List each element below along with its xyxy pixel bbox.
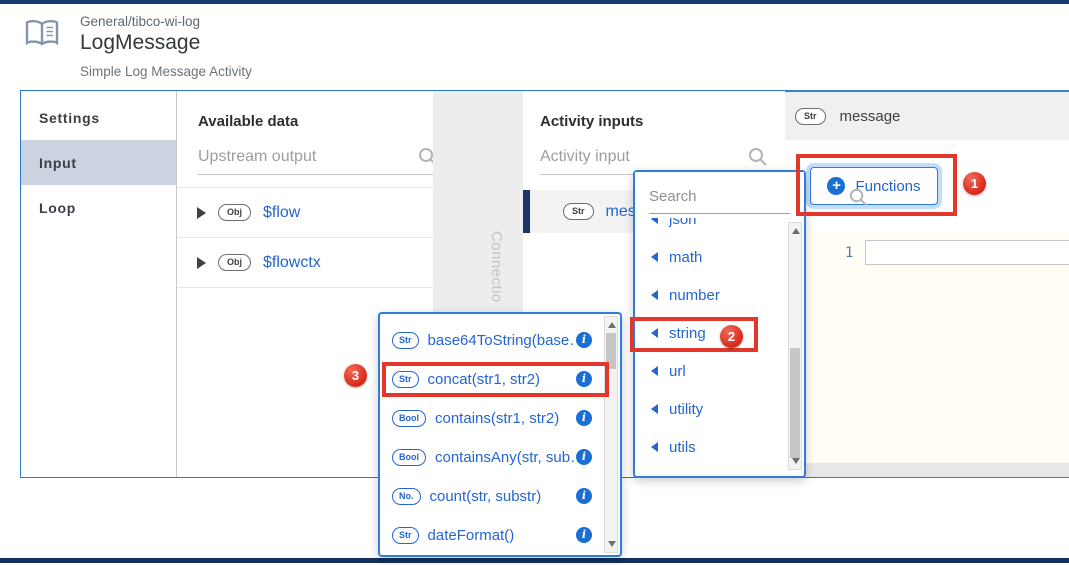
info-icon[interactable]: i — [576, 488, 592, 504]
collapse-icon — [651, 328, 658, 338]
info-icon[interactable]: i — [576, 527, 592, 543]
selected-item-bar — [523, 190, 530, 233]
upstream-search-input[interactable] — [198, 148, 417, 166]
tree-item-flowctx[interactable]: Obj $flowctx — [177, 237, 433, 287]
search-icon — [848, 187, 868, 207]
type-badge: Str — [795, 108, 826, 125]
type-badge: Obj — [218, 204, 251, 221]
search-icon — [747, 146, 768, 167]
dropdown-search[interactable] — [635, 172, 804, 218]
connections-divider-label: Connectio — [488, 231, 505, 303]
collapse-icon — [651, 442, 658, 452]
function-item-contains[interactable]: Bool contains(str1, str2) i — [380, 399, 620, 438]
collapse-icon — [651, 218, 658, 224]
upstream-search[interactable] — [198, 146, 438, 175]
line-number: 1 — [845, 245, 853, 261]
category-item-url[interactable]: url — [635, 352, 788, 390]
info-icon[interactable]: i — [576, 449, 592, 465]
expression-field-name: message — [840, 108, 901, 125]
info-icon[interactable]: i — [576, 410, 592, 426]
scroll-up-icon[interactable] — [608, 322, 616, 328]
return-type-badge: Bool — [392, 410, 426, 427]
expression-header: Str message — [785, 90, 1069, 140]
page-title: LogMessage — [80, 31, 200, 55]
window-bottom-border — [0, 558, 1069, 563]
tab-input-label: Input — [39, 155, 77, 171]
dropdown-scrollbar[interactable] — [788, 222, 802, 470]
scroll-down-icon[interactable] — [608, 541, 616, 547]
collapse-icon — [651, 366, 658, 376]
scrollbar-thumb[interactable] — [606, 333, 616, 369]
expression-editor[interactable]: 1 — [785, 232, 1069, 463]
tab-settings-label: Settings — [39, 110, 100, 126]
return-type-badge: Str — [392, 371, 419, 388]
function-item-count[interactable]: No. count(str, substr) i — [380, 477, 620, 516]
collapse-icon — [651, 290, 658, 300]
function-item-dateformat[interactable]: Str dateFormat() i — [380, 516, 620, 555]
function-item-concat[interactable]: Str concat(str1, str2) i — [380, 360, 620, 399]
expander-icon[interactable] — [197, 257, 206, 269]
tab-loop[interactable]: Loop — [21, 185, 176, 230]
activity-inputs-title: Activity inputs — [540, 113, 643, 130]
category-item-string[interactable]: string — [635, 314, 788, 352]
return-type-badge: Bool — [392, 449, 426, 466]
available-data-title: Available data — [198, 113, 298, 130]
return-type-badge: No. — [392, 488, 421, 505]
functions-list-popup: Str base64ToString(base… i Str concat(st… — [378, 312, 622, 557]
window-top-border — [0, 0, 1069, 4]
function-category-dropdown: json math number string url utility util… — [633, 170, 806, 478]
category-item-math[interactable]: math — [635, 238, 788, 276]
scrollbar-thumb[interactable] — [790, 348, 800, 458]
collapse-icon — [651, 404, 658, 414]
annotation-step-3: 3 — [344, 364, 367, 387]
category-item-number[interactable]: number — [635, 276, 788, 314]
expander-icon[interactable] — [197, 207, 206, 219]
category-list: json math number string url utility util… — [635, 218, 788, 474]
tab-settings[interactable]: Settings — [21, 95, 176, 140]
collapse-icon — [651, 252, 658, 262]
scroll-down-icon[interactable] — [792, 458, 800, 464]
popup-scrollbar[interactable] — [604, 316, 618, 553]
breadcrumb: General/tibco-wi-log — [80, 14, 200, 29]
page-subtitle: Simple Log Message Activity — [80, 64, 252, 79]
tab-input[interactable]: Input — [21, 140, 176, 185]
dropdown-search-input[interactable] — [649, 188, 848, 205]
tree-item-label[interactable]: $flowctx — [263, 254, 321, 272]
return-type-badge: Str — [392, 332, 419, 349]
available-data-tree: Obj $flow Obj $flowctx — [177, 187, 433, 288]
scroll-up-icon[interactable] — [792, 228, 800, 234]
activity-book-icon — [24, 18, 60, 48]
function-item-containsany[interactable]: Bool containsAny(str, sub… i — [380, 438, 620, 477]
tab-loop-label: Loop — [39, 200, 76, 216]
editor-horizontal-scrollbar[interactable] — [785, 463, 1069, 477]
info-icon[interactable]: i — [576, 332, 592, 348]
category-item-utility[interactable]: utility — [635, 390, 788, 428]
expression-input[interactable] — [865, 240, 1069, 265]
category-item-json[interactable]: json — [635, 218, 788, 238]
tree-item-label[interactable]: $flow — [263, 204, 300, 222]
activity-input-search-input[interactable] — [540, 148, 747, 166]
return-type-badge: Str — [392, 527, 419, 544]
info-icon[interactable]: i — [576, 371, 592, 387]
annotation-step-2: 2 — [720, 325, 743, 348]
type-badge: Str — [563, 203, 594, 220]
annotation-step-1: 1 — [963, 172, 986, 195]
type-badge: Obj — [218, 254, 251, 271]
category-item-utils[interactable]: utils — [635, 428, 788, 466]
tree-item-flow[interactable]: Obj $flow — [177, 187, 433, 237]
function-item-base64tostring[interactable]: Str base64ToString(base… i — [380, 321, 620, 360]
